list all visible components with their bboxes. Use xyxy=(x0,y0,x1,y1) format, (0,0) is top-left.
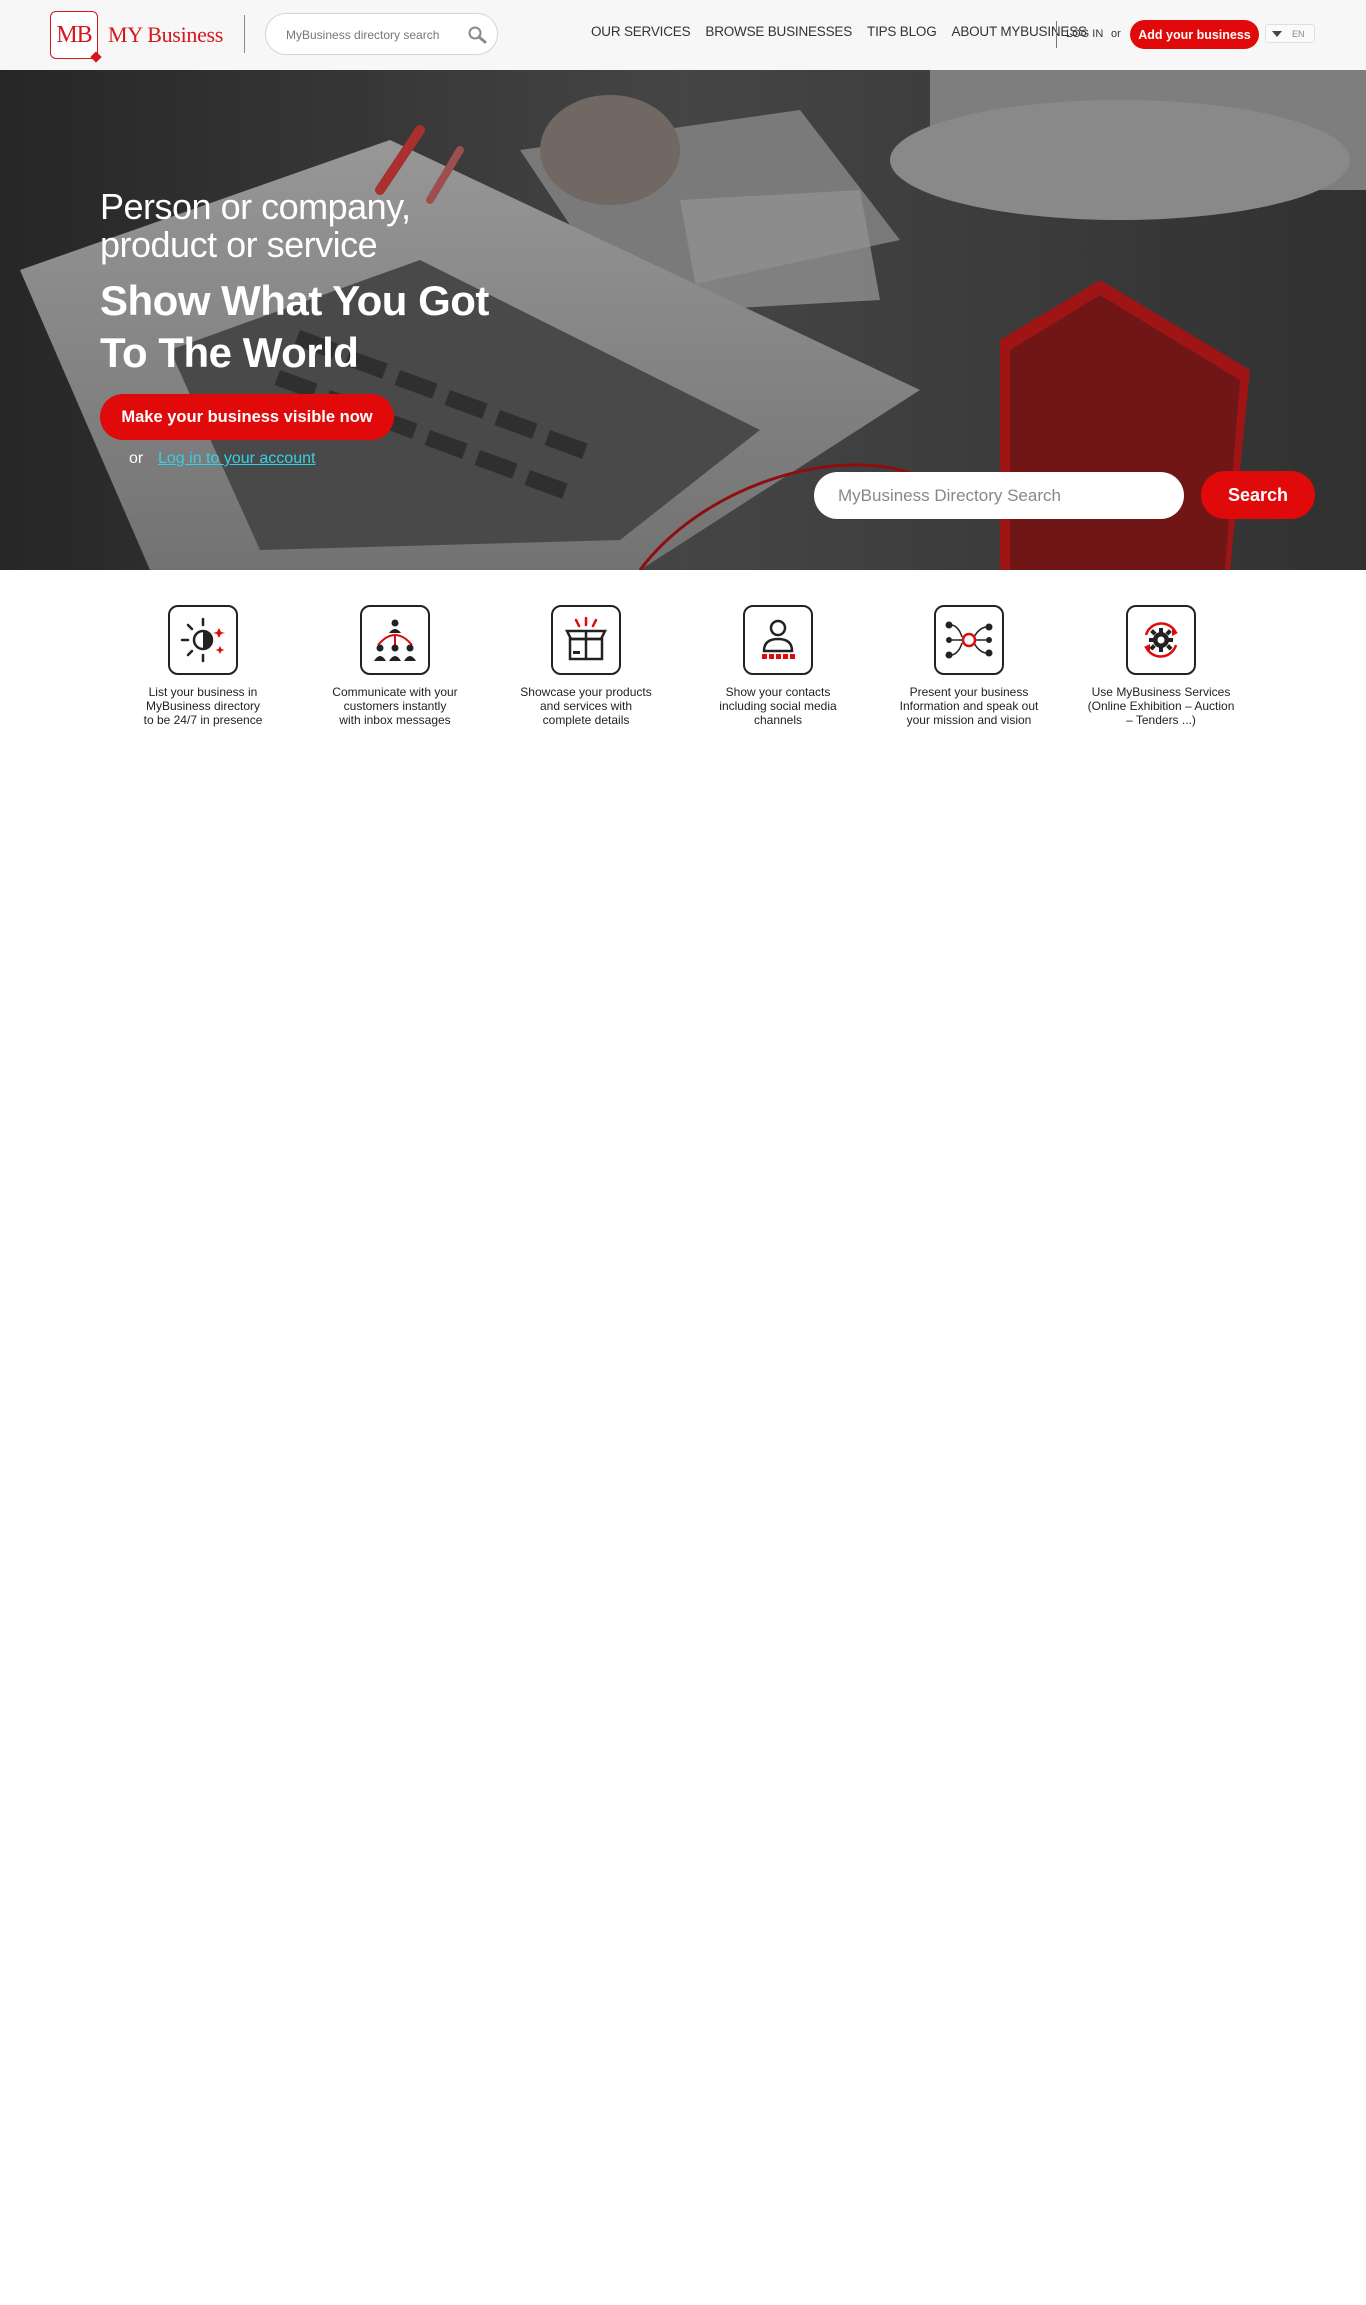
feature-item: Communicate with your customers instantl… xyxy=(310,605,480,727)
feature-label: Showcase your products and services with… xyxy=(520,685,652,727)
feature-label: Present your business Information and sp… xyxy=(899,685,1039,727)
brightness-sun-icon xyxy=(168,605,238,675)
feature-label: Use MyBusiness Services (Online Exhibiti… xyxy=(1087,685,1235,727)
network-nodes-icon xyxy=(934,605,1004,675)
nav-tips-blog[interactable]: TIPS BLOG xyxy=(867,24,937,39)
open-box-icon xyxy=(551,605,621,675)
hero-headline: Person or company, product or service xyxy=(100,186,411,265)
login-link[interactable]: LOG IN xyxy=(1066,28,1103,40)
nav-divider xyxy=(1056,21,1057,48)
gear-cycle-icon xyxy=(1126,605,1196,675)
or-text: or xyxy=(1111,28,1121,40)
hero-tagline: Show What You Got To The World xyxy=(100,277,489,376)
hero-login-link[interactable]: Log in to your account xyxy=(158,450,315,468)
top-header: MB MY Business OUR SERVICES BROWSE BUSIN… xyxy=(0,0,1366,71)
nav-our-services[interactable]: OUR SERVICES xyxy=(591,24,691,39)
language-selector[interactable]: EN xyxy=(1265,24,1315,43)
logo-mark: MB xyxy=(50,11,98,59)
chevron-down-icon xyxy=(1272,30,1282,37)
logo-divider xyxy=(244,15,245,53)
contact-person-icon xyxy=(743,605,813,675)
header-search-input[interactable] xyxy=(284,24,468,46)
directory-search-button[interactable]: Search xyxy=(1201,471,1315,519)
feature-label: List your business in MyBusiness directo… xyxy=(143,685,263,727)
audience-people-icon xyxy=(360,605,430,675)
directory-search-input[interactable] xyxy=(814,472,1184,519)
feature-item: Present your business Information and sp… xyxy=(884,605,1054,727)
language-code: EN xyxy=(1292,28,1305,39)
logo-text: MY Business xyxy=(108,22,224,47)
feature-item: Showcase your products and services with… xyxy=(501,605,671,727)
feature-item: Use MyBusiness Services (Online Exhibiti… xyxy=(1076,605,1246,727)
feature-label: Show your contacts including social medi… xyxy=(719,685,837,727)
add-business-button[interactable]: Add your business xyxy=(1130,20,1259,49)
brand-logo[interactable]: MB MY Business xyxy=(50,10,223,60)
feature-item: Show your contacts including social medi… xyxy=(693,605,863,727)
features-row: List your business in MyBusiness directo… xyxy=(0,605,1366,745)
main-nav: OUR SERVICES BROWSE BUSINESSES TIPS BLOG… xyxy=(591,24,1102,39)
hero-banner: Person or company, product or service Sh… xyxy=(0,70,1366,570)
feature-item: List your business in MyBusiness directo… xyxy=(118,605,288,727)
hero-or-text: or xyxy=(129,450,144,467)
nav-browse-businesses[interactable]: BROWSE BUSINESSES xyxy=(705,24,852,39)
feature-label: Communicate with your customers instantl… xyxy=(332,685,458,727)
make-visible-button[interactable]: Make your business visible now xyxy=(100,394,394,440)
search-icon[interactable] xyxy=(467,25,487,45)
header-search-box xyxy=(265,13,498,55)
